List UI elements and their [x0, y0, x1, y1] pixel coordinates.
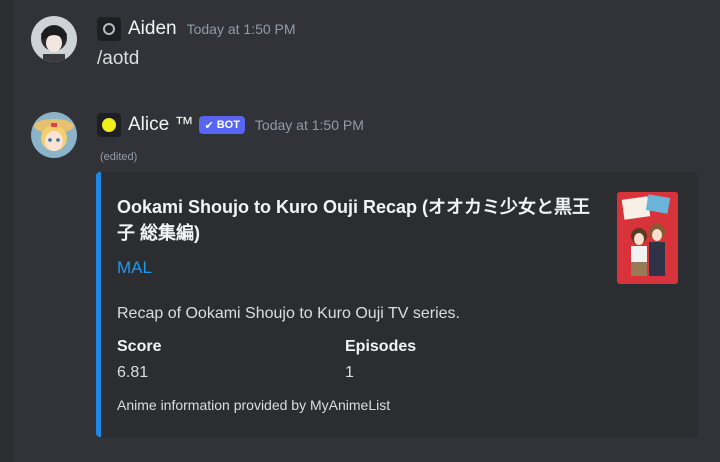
status-dot-icon: [97, 113, 121, 137]
message-content: /aotd: [97, 48, 140, 69]
field-value-score: 6.81: [117, 364, 149, 381]
aiden-avatar-image: [31, 16, 77, 62]
embed-description: Recap of Ookami Shoujo to Kuro Ouji TV s…: [117, 305, 460, 322]
field-name-episodes: Episodes: [345, 338, 417, 355]
alice-avatar-image: [31, 112, 77, 158]
anime-cover-image: [617, 192, 678, 284]
bot-tag-label: BOT: [216, 119, 240, 131]
avatar[interactable]: [31, 112, 77, 158]
timestamp[interactable]: Today at 1:50 PM: [255, 117, 364, 133]
embed-footer: Anime information provided by MyAnimeLis…: [117, 397, 391, 413]
edited-label: (edited): [100, 151, 138, 163]
username[interactable]: Aiden: [128, 18, 177, 40]
avatar[interactable]: [31, 16, 77, 62]
author-row: Alice ™ ✔ BOT Today at 1:50 PM: [97, 113, 364, 137]
embed-link-mal[interactable]: MAL: [117, 258, 152, 278]
timestamp[interactable]: Today at 1:50 PM: [187, 21, 296, 37]
embed-title: Ookami Shoujo to Kuro Ouji Recap (オオカミ少女…: [117, 197, 591, 243]
author-row: Aiden Today at 1:50 PM: [97, 17, 296, 41]
message-aiden: Aiden Today at 1:50 PM /aotd: [0, 0, 720, 100]
checkmark-icon: ✔: [204, 119, 214, 132]
username[interactable]: Alice ™: [128, 114, 193, 136]
field-name-score: Score: [117, 338, 162, 355]
status-ring-icon: [97, 17, 121, 41]
field-value-episodes: 1: [345, 364, 354, 381]
anime-embed: Ookami Shoujo to Kuro Ouji Recap (オオカミ少女…: [96, 172, 698, 437]
embed-thumbnail[interactable]: [617, 192, 678, 284]
bot-tag: ✔ BOT: [199, 116, 245, 134]
